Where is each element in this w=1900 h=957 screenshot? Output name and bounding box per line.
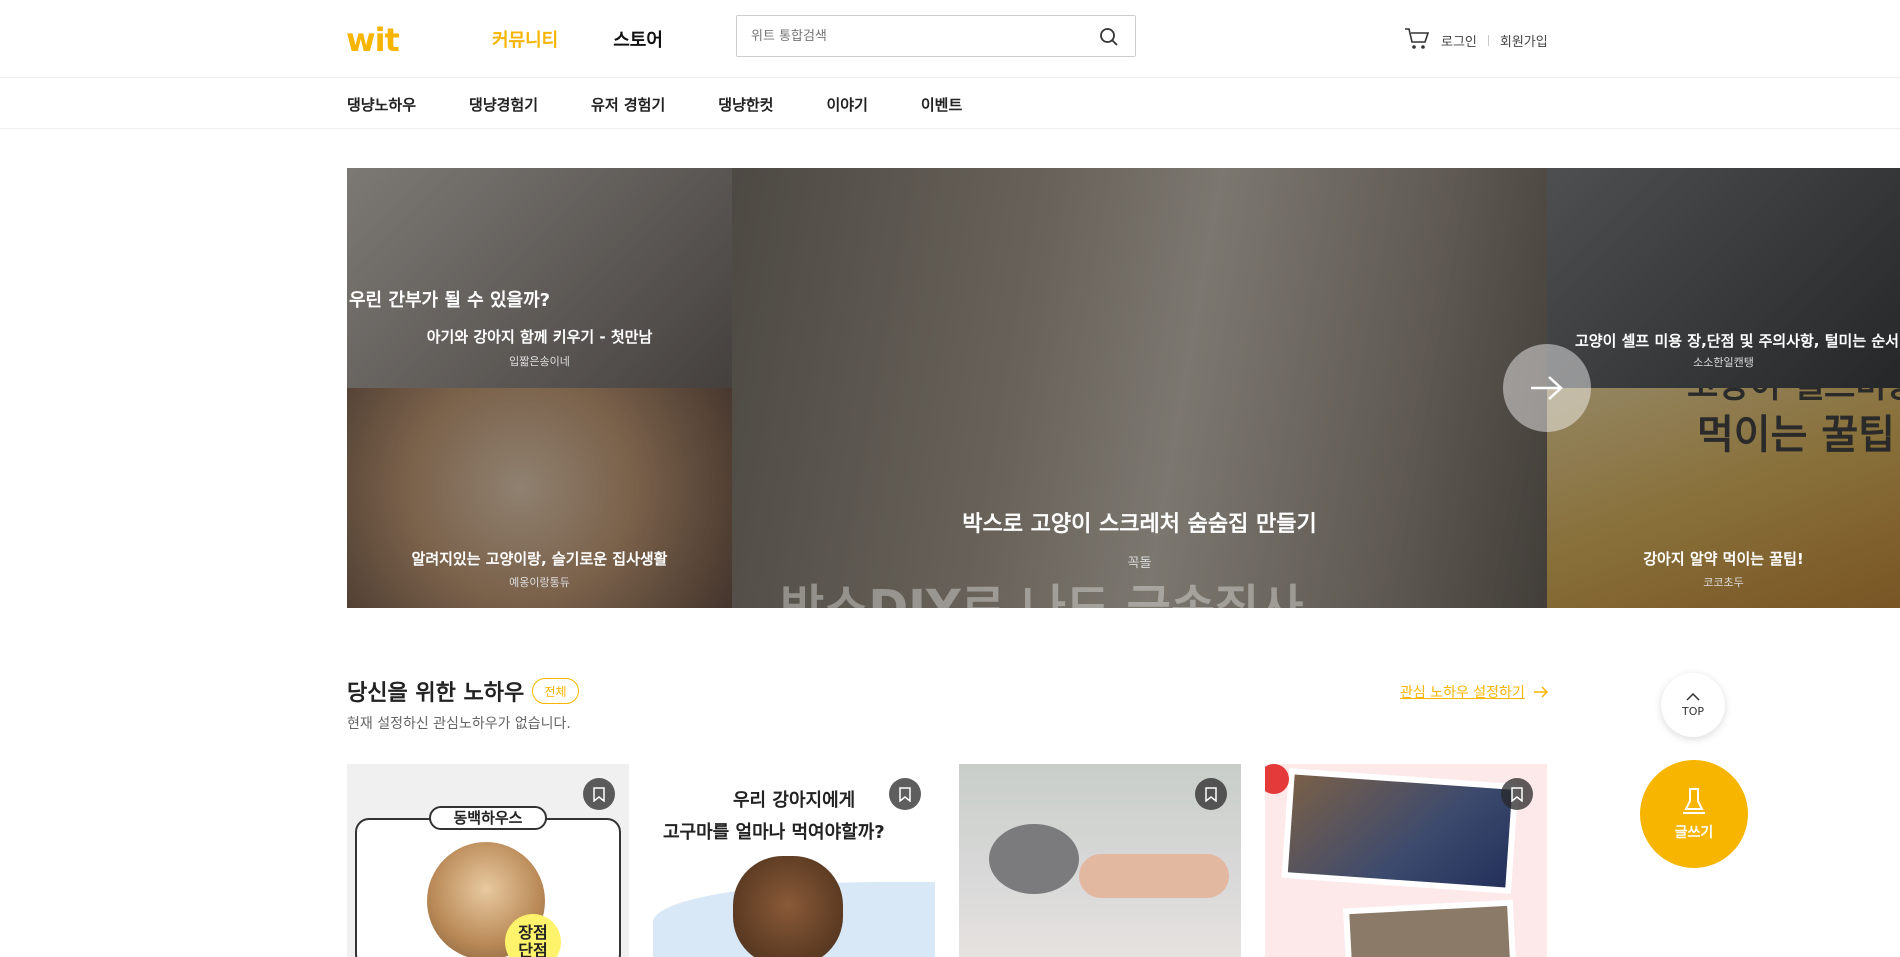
subnav-item-user-experience[interactable]: 유저 경험기	[591, 94, 665, 115]
card-tag-cons: 단점	[518, 941, 548, 957]
hero-tile-featured[interactable]: 박스로 고양이 스크레처 숨숨집 만들기 꼭돌 박스DIY로 나도 금손집사	[732, 168, 1547, 608]
cat-photo	[1349, 905, 1511, 957]
subnav-item-story[interactable]: 이야기	[826, 94, 867, 115]
knowhow-card[interactable]: 우리 강아지에게 고구마를 얼마나 먹여야할까?	[653, 764, 935, 957]
auth-links: 로그인 회원가입	[1441, 31, 1548, 50]
tile-author: 소소한일캔탱	[1693, 356, 1754, 369]
knowhow-card[interactable]	[1265, 764, 1547, 957]
photo-frame	[1343, 899, 1517, 957]
hero-tile[interactable]: 고양이 셀프미용 먹이는 꿀팁! 강아지 알약 먹이는 꿀팁! 코코초두	[1547, 388, 1900, 608]
arrow-right-icon	[1533, 686, 1548, 698]
chevron-up-icon	[1686, 692, 1700, 701]
tile-author: 입짧은송이네	[509, 355, 570, 368]
bookmark-icon	[899, 786, 911, 802]
interest-settings-label: 관심 노하우 설정하기	[1400, 685, 1525, 701]
tile-title: 고양이 셀프 미용 장,단점 및 주의사항, 털미는 순서	[1575, 332, 1899, 350]
search-box[interactable]	[736, 15, 1136, 57]
header: wit 커뮤니티 스토어 로그인 회원가입	[0, 0, 1900, 78]
hero-tile[interactable]: 알려지있는 고양이랑, 슬기로운 집사생활 예옹이랑통듀	[347, 388, 732, 608]
hand-photo	[1079, 854, 1229, 898]
tile-title: 박스로 고양이 스크레처 숨숨집 만들기	[962, 512, 1317, 537]
tile-overlay-text: 박스DIY로 나도 금손집사	[780, 580, 1304, 608]
card-label: 동백하우스	[429, 806, 547, 830]
tile-overlay-text: 먹이는 꿀팁!	[1697, 412, 1900, 458]
knowhow-card[interactable]: 동백하우스 장점 단점	[347, 764, 629, 957]
hero-tile[interactable]: 우린 간부가 될 수 있을까? 아기와 강아지 함께 키우기 - 첫만남 입짧은…	[347, 168, 732, 388]
card-line1: 우리 강아지에게	[733, 790, 856, 811]
tile-title: 강아지 알약 먹이는 꿀팁!	[1643, 550, 1804, 568]
subnav-item-photo[interactable]: 댕냥한컷	[718, 94, 773, 115]
bookmark-button[interactable]	[1195, 778, 1227, 810]
tile-author: 코코초두	[1703, 576, 1744, 589]
hero-carousel: 우린 간부가 될 수 있을까? 아기와 강아지 함께 키우기 - 첫만남 입짧은…	[347, 168, 1900, 608]
tile-title: 알려지있는 고양이랑, 슬기로운 집사생활	[411, 550, 668, 568]
search-input[interactable]	[737, 16, 1077, 56]
search-icon[interactable]	[1099, 27, 1119, 47]
tile-author: 예옹이랑통듀	[509, 576, 570, 589]
bookmark-button[interactable]	[583, 778, 615, 810]
hero-tile[interactable]: 고양이 셀프 미용 장,단점 및 주의사항, 털미는 순서 소소한일캔탱	[1547, 168, 1900, 388]
nav-community[interactable]: 커뮤니티	[492, 26, 558, 52]
bookmark-button[interactable]	[1501, 778, 1533, 810]
tile-title: 아기와 강아지 함께 키우기 - 첫만남	[426, 328, 653, 346]
subnav-item-experience[interactable]: 댕냥경험기	[469, 94, 538, 115]
divider	[1487, 35, 1489, 46]
scroll-top-button[interactable]: TOP	[1661, 673, 1725, 737]
login-link[interactable]: 로그인	[1441, 31, 1477, 50]
card-tag-pros: 장점	[518, 923, 548, 942]
knowhow-card[interactable]	[959, 764, 1241, 957]
scroll-top-label: TOP	[1681, 704, 1704, 718]
cat-photo	[989, 824, 1079, 894]
tile-shade	[732, 168, 1547, 608]
card-line2: 고구마를 얼마나 먹여야할까?	[663, 822, 885, 843]
interest-settings-link[interactable]: 관심 노하우 설정하기	[1400, 682, 1549, 702]
nav-store[interactable]: 스토어	[613, 26, 663, 52]
heart-sticker	[1265, 764, 1289, 794]
tile-overlay-text: 우린 간부가 될 수 있을까?	[349, 290, 551, 311]
carousel-next-button[interactable]	[1503, 344, 1591, 432]
signup-link[interactable]: 회원가입	[1500, 31, 1548, 50]
cat-photo	[1287, 774, 1513, 888]
filter-all-badge[interactable]: 전체	[532, 678, 579, 704]
subnav-item-knowhow[interactable]: 댕냥노하우	[347, 94, 416, 115]
logo[interactable]: wit	[346, 21, 400, 59]
photo-frame	[1281, 768, 1519, 894]
cart-icon[interactable]	[1404, 27, 1430, 51]
bookmark-button[interactable]	[889, 778, 921, 810]
subnav-item-event[interactable]: 이벤트	[921, 94, 962, 115]
bookmark-icon	[1511, 786, 1523, 802]
section-subtitle: 현재 설정하신 관심노하우가 없습니다.	[347, 716, 571, 732]
main-nav: 커뮤니티 스토어	[492, 26, 663, 52]
bookmark-icon	[1205, 786, 1217, 802]
arrow-right-icon	[1531, 376, 1563, 400]
dog-photo	[733, 856, 843, 957]
write-button[interactable]: 글쓰기	[1640, 760, 1748, 868]
section-title: 당신을 위한 노하우	[347, 681, 525, 706]
logo-text[interactable]: wit	[346, 21, 400, 59]
sub-nav: 댕냥노하우 댕냥경험기 유저 경험기 댕냥한컷 이야기 이벤트	[0, 79, 1900, 129]
write-label: 글쓰기	[1674, 825, 1714, 841]
bookmark-icon	[593, 786, 605, 802]
pen-icon	[1683, 788, 1705, 814]
